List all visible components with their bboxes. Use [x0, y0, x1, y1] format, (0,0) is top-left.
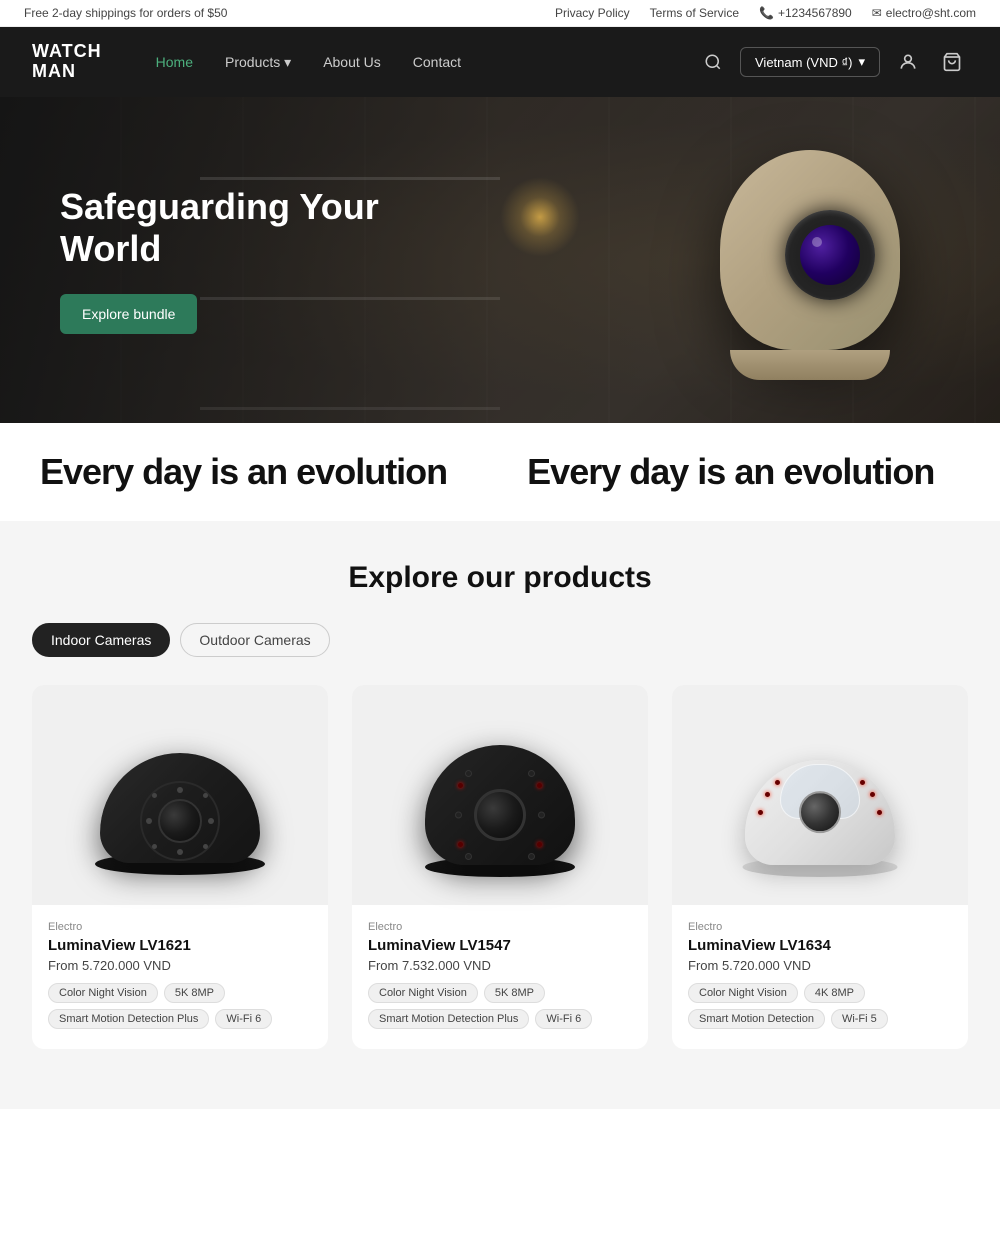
hero-section: Safeguarding Your World Explore bundle — [0, 97, 1000, 423]
ticker-inner: Every day is an evolution Every day is a… — [0, 451, 1000, 493]
product-brand: Electro — [688, 921, 952, 933]
product-tag: Color Night Vision — [688, 983, 798, 1003]
cart-icon — [942, 52, 962, 72]
product-info: Electro LuminaView LV1547 From 7.532.000… — [352, 921, 648, 1029]
explore-bundle-button[interactable]: Explore bundle — [60, 294, 197, 334]
search-icon — [704, 53, 722, 71]
product-price: From 5.720.000 VND — [48, 958, 312, 973]
product-name: LuminaView LV1634 — [688, 937, 952, 954]
product-tags: Color Night Vision 5K 8MP Smart Motion D… — [48, 983, 312, 1029]
hero-camera-image — [700, 140, 920, 380]
tab-outdoor-cameras[interactable]: Outdoor Cameras — [180, 623, 329, 657]
ticker-item: Every day is an evolution — [0, 451, 487, 493]
cart-button[interactable] — [936, 46, 968, 78]
nav-products[interactable]: Products ▾ — [211, 46, 305, 79]
email-info: ✉ electro@sht.com — [872, 6, 976, 20]
nav-links: Home Products ▾ About Us Contact — [142, 46, 698, 79]
privacy-link[interactable]: Privacy Policy — [555, 6, 630, 20]
product-tag: Smart Motion Detection Plus — [368, 1009, 529, 1029]
top-bar-right: Privacy Policy Terms of Service 📞 +12345… — [555, 6, 976, 20]
product-info: Electro LuminaView LV1634 From 5.720.000… — [672, 921, 968, 1029]
ticker-banner: Every day is an evolution Every day is a… — [0, 423, 1000, 521]
product-tag: Wi-Fi 6 — [535, 1009, 592, 1029]
currency-selector[interactable]: Vietnam (VND ₫) ▾ — [740, 47, 880, 77]
product-card[interactable]: Electro LuminaView LV1621 From 5.720.000… — [32, 685, 328, 1049]
ticker-item: Every day is an evolution — [487, 451, 974, 493]
logo-line1: WATCH — [32, 41, 102, 61]
nav-home[interactable]: Home — [142, 46, 207, 78]
product-card[interactable]: Electro LuminaView LV1547 From 7.532.000… — [352, 685, 648, 1049]
shipping-notice: Free 2-day shippings for orders of $50 — [24, 6, 227, 20]
product-tabs: Indoor Cameras Outdoor Cameras — [32, 623, 968, 657]
product-info: Electro LuminaView LV1621 From 5.720.000… — [32, 921, 328, 1029]
product-name: LuminaView LV1547 — [368, 937, 632, 954]
product-tag: 5K 8MP — [484, 983, 545, 1003]
product-card[interactable]: Electro LuminaView LV1634 From 5.720.000… — [672, 685, 968, 1049]
nav-contact[interactable]: Contact — [399, 46, 475, 78]
product-tag: Smart Motion Detection — [688, 1009, 825, 1029]
phone-number: +1234567890 — [778, 6, 852, 20]
product-name: LuminaView LV1621 — [48, 937, 312, 954]
product-tag: 4K 8MP — [804, 983, 865, 1003]
product-tag: Wi-Fi 5 — [831, 1009, 888, 1029]
phone-icon: 📞 — [759, 6, 774, 20]
currency-dropdown-icon: ▾ — [858, 54, 865, 70]
tab-indoor-cameras[interactable]: Indoor Cameras — [32, 623, 170, 657]
product-image — [672, 685, 968, 905]
nav-about[interactable]: About Us — [309, 46, 395, 78]
nav-right: Vietnam (VND ₫) ▾ — [698, 46, 968, 78]
product-tag: Color Night Vision — [368, 983, 478, 1003]
product-tag: Color Night Vision — [48, 983, 158, 1003]
product-image — [352, 685, 648, 905]
email-address: electro@sht.com — [886, 6, 976, 20]
hero-title: Safeguarding Your World — [60, 186, 460, 270]
account-button[interactable] — [892, 46, 924, 78]
product-tags: Color Night Vision 5K 8MP Smart Motion D… — [368, 983, 632, 1029]
terms-link[interactable]: Terms of Service — [650, 6, 739, 20]
products-section: Explore our products Indoor Cameras Outd… — [0, 521, 1000, 1109]
search-button[interactable] — [698, 47, 728, 77]
product-price: From 5.720.000 VND — [688, 958, 952, 973]
product-price: From 7.532.000 VND — [368, 958, 632, 973]
logo-line2: MAN — [32, 61, 76, 81]
product-tag: Wi-Fi 6 — [215, 1009, 272, 1029]
account-icon — [898, 52, 918, 72]
product-brand: Electro — [48, 921, 312, 933]
product-tags: Color Night Vision 4K 8MP Smart Motion D… — [688, 983, 952, 1029]
product-tag: Smart Motion Detection Plus — [48, 1009, 209, 1029]
product-brand: Electro — [368, 921, 632, 933]
product-image — [32, 685, 328, 905]
currency-label: Vietnam (VND ₫) — [755, 55, 852, 70]
logo: WATCH MAN — [32, 42, 102, 82]
products-grid: Electro LuminaView LV1621 From 5.720.000… — [32, 685, 968, 1049]
ticker-item: Every day is an evolution — [974, 451, 1000, 493]
email-icon: ✉ — [872, 6, 882, 20]
products-section-title: Explore our products — [32, 561, 968, 595]
top-bar: Free 2-day shippings for orders of $50 P… — [0, 0, 1000, 27]
navbar: WATCH MAN Home Products ▾ About Us Conta… — [0, 27, 1000, 97]
phone-info: 📞 +1234567890 — [759, 6, 852, 20]
product-tag: 5K 8MP — [164, 983, 225, 1003]
